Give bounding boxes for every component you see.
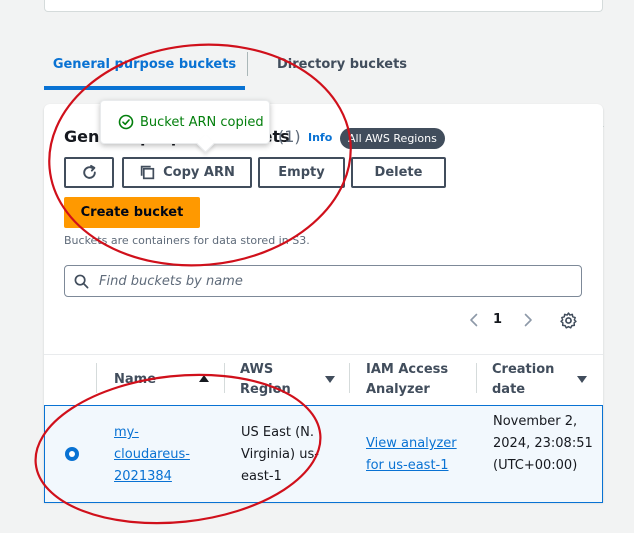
row-select-radio[interactable] xyxy=(65,447,79,461)
delete-label: Delete xyxy=(374,165,423,180)
column-header-creation-date[interactable]: Creation date xyxy=(492,360,554,410)
check-circle-icon xyxy=(118,114,134,130)
column-header-region[interactable]: AWS Region xyxy=(240,360,291,410)
bucket-name-link[interactable]: my-cloudareus-2021384 xyxy=(114,422,209,488)
tab-divider xyxy=(247,52,248,76)
tab-general-purpose-buckets[interactable]: General purpose buckets xyxy=(44,38,245,90)
header-line: date xyxy=(492,382,526,397)
panel-description: Buckets are containers for data stored i… xyxy=(64,234,310,247)
table-row[interactable]: my-cloudareus-2021384 US East (N. Virgin… xyxy=(44,405,603,503)
tab-label: Directory buckets xyxy=(276,56,408,72)
settings-icon[interactable] xyxy=(560,312,577,329)
buckets-panel: General purpose buckets (1) Info All AWS… xyxy=(44,100,603,503)
tab-label: General purpose buckets xyxy=(52,56,237,72)
sort-descending-icon[interactable] xyxy=(577,376,587,383)
column-divider xyxy=(96,363,97,393)
bucket-region: US East (N. Virginia) us-east-1 xyxy=(241,425,319,484)
column-divider xyxy=(476,363,477,393)
create-bucket-button[interactable]: Create bucket xyxy=(64,197,200,228)
sort-descending-icon[interactable] xyxy=(325,376,335,383)
copy-icon xyxy=(140,165,155,180)
search-input[interactable] xyxy=(99,273,559,289)
empty-button[interactable]: Empty xyxy=(258,157,345,188)
create-bucket-label: Create bucket xyxy=(80,205,184,220)
chevron-right-icon[interactable] xyxy=(520,312,536,328)
sort-ascending-icon[interactable] xyxy=(199,375,209,382)
column-header-iam-analyzer[interactable]: IAM Access Analyzer xyxy=(366,360,448,410)
empty-label: Empty xyxy=(278,165,325,180)
creation-date: November 2, 2024, 23:08:51 (UTC+00:00) xyxy=(493,414,593,473)
info-link[interactable]: Info xyxy=(308,131,332,144)
bucket-count: (1) xyxy=(278,127,301,146)
region-badge: All AWS Regions xyxy=(340,128,445,149)
header-line: IAM Access xyxy=(366,362,449,377)
header-line: Analyzer xyxy=(366,382,430,397)
search-icon xyxy=(74,274,89,288)
header-line: Creation xyxy=(492,362,555,377)
copied-notification: Bucket ARN copied xyxy=(100,100,270,144)
view-analyzer-link[interactable]: View analyzer for us-east-1 xyxy=(366,433,476,477)
column-divider xyxy=(349,363,350,393)
table-header: Name AWS Region IAM Access Analyzer Creati… xyxy=(44,354,603,404)
refresh-icon xyxy=(82,164,96,179)
copy-arn-button[interactable]: Copy ARN xyxy=(122,157,252,188)
copy-arn-label: Copy ARN xyxy=(163,165,235,180)
tab-directory-buckets[interactable]: Directory buckets xyxy=(257,38,427,90)
delete-button[interactable]: Delete xyxy=(351,157,446,188)
refresh-button[interactable] xyxy=(64,157,114,188)
chevron-left-icon[interactable] xyxy=(466,312,482,328)
page-number[interactable]: 1 xyxy=(493,312,502,327)
bucket-type-tabs: General purpose buckets Directory bucket… xyxy=(44,38,604,127)
header-line: Region xyxy=(240,382,291,397)
search-box xyxy=(64,265,582,297)
previous-panel xyxy=(44,0,603,12)
notification-text: Bucket ARN copied xyxy=(140,114,264,130)
header-line: AWS xyxy=(240,362,274,377)
column-divider xyxy=(224,363,225,393)
